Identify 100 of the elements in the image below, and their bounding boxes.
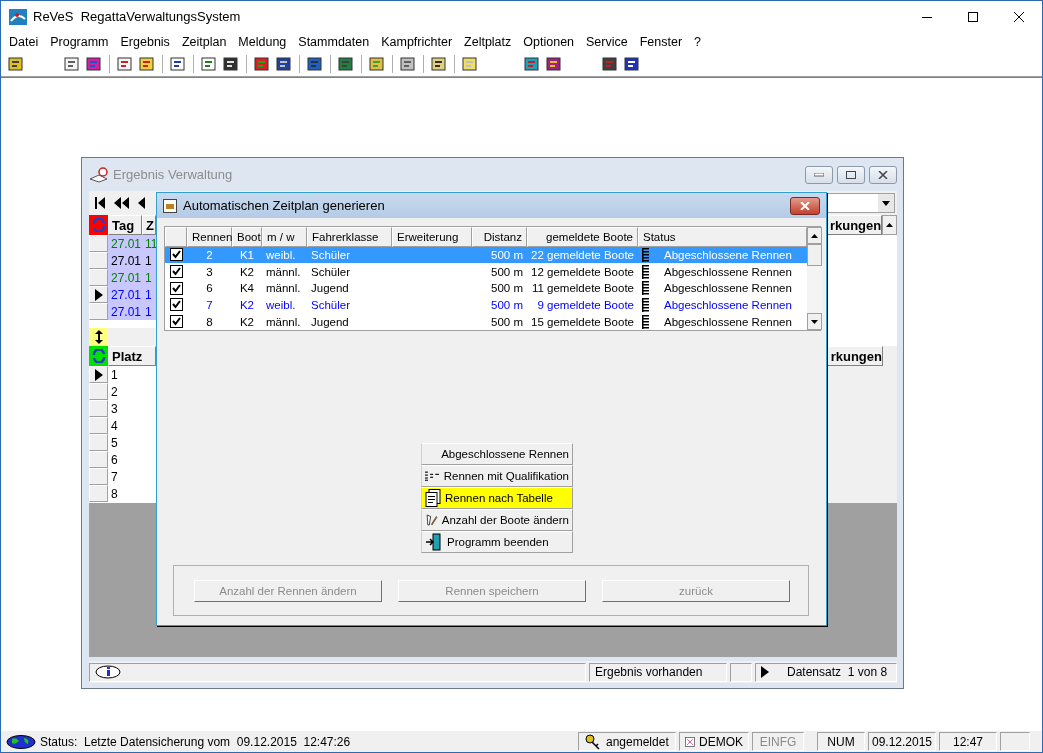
menu-item[interactable]: Programm bbox=[44, 35, 115, 49]
status-text: Ergebnis vorhanden bbox=[595, 665, 703, 679]
maximize-icon bbox=[968, 11, 978, 22]
checkbox[interactable] bbox=[169, 315, 183, 329]
close-icon bbox=[878, 170, 888, 179]
table-cell: Jugend bbox=[311, 282, 349, 295]
checkbox[interactable] bbox=[169, 248, 183, 262]
ladder-icon bbox=[642, 264, 650, 279]
maximize-button[interactable] bbox=[837, 165, 865, 184]
table-cell: 1 bbox=[142, 269, 156, 286]
table-cell: weibl. bbox=[266, 298, 296, 311]
menu-item[interactable]: Kampfrichter bbox=[375, 35, 459, 49]
table-cell: 12 gemeldete Boote bbox=[531, 265, 634, 278]
column-header: Distanz bbox=[472, 227, 527, 247]
column-header: Status bbox=[638, 227, 807, 247]
caret-icon bbox=[811, 233, 818, 238]
table-cell: Abgeschlossene Rennen bbox=[664, 265, 792, 278]
table-cell: 3 bbox=[206, 265, 213, 278]
dropdown-button[interactable] bbox=[878, 194, 894, 212]
table-cell: männl. bbox=[266, 315, 301, 328]
menu-item[interactable]: Meldung bbox=[232, 35, 293, 49]
menu-item[interactable]: Fenster bbox=[633, 35, 689, 49]
table-cell: 11 bbox=[142, 235, 156, 252]
status-pane bbox=[730, 662, 752, 682]
column-header: Tag bbox=[108, 215, 142, 235]
table-cell: Schüler bbox=[311, 298, 350, 311]
checkbox[interactable] bbox=[169, 298, 183, 312]
caret-icon bbox=[882, 200, 890, 206]
table-cell: 500 m bbox=[491, 282, 523, 295]
table-cell: Abgeschlossene Rennen bbox=[664, 315, 792, 328]
ladder-dashes-icon bbox=[425, 469, 440, 483]
dialog-title: Automatischen Zeitplan generieren bbox=[183, 198, 386, 213]
close-button[interactable] bbox=[790, 196, 820, 215]
table-cell: 15 gemeldete Boote bbox=[531, 315, 634, 328]
column-header: rkungen bbox=[826, 215, 883, 235]
status-pane bbox=[1000, 732, 1030, 751]
table-cell: 27.01 bbox=[108, 303, 142, 320]
menu-item[interactable]: Zeltplatz bbox=[458, 35, 518, 49]
table-cell: 500 m bbox=[491, 265, 523, 278]
table-cell: 1 bbox=[142, 286, 156, 303]
status-date: 09.12.2015 bbox=[868, 732, 936, 751]
menu-item[interactable]: Zeitplan bbox=[175, 35, 233, 49]
scroll-thumb[interactable] bbox=[807, 244, 822, 266]
column-header: Z bbox=[142, 215, 156, 235]
caret-icon bbox=[811, 319, 818, 324]
table-cell: Abgeschlossene Rennen bbox=[664, 298, 792, 311]
scroll-up-button[interactable] bbox=[807, 227, 822, 244]
table-cell: Abgeschlossene Rennen bbox=[664, 282, 792, 295]
maximize-icon bbox=[846, 170, 856, 179]
menu-item[interactable]: ? bbox=[688, 35, 708, 49]
table-cell: männl. bbox=[266, 282, 301, 295]
table-cell: K2 bbox=[239, 315, 255, 328]
column-header: Platz bbox=[108, 346, 156, 366]
ladder-icon bbox=[642, 314, 650, 329]
table-cell: 500 m bbox=[491, 315, 523, 328]
column-header: Fahrerklasse bbox=[307, 227, 392, 247]
scroll-down-button[interactable] bbox=[807, 313, 822, 330]
menu-item[interactable]: Service bbox=[580, 35, 634, 49]
menu-item[interactable]: Abgeschlossene Rennen bbox=[421, 443, 573, 465]
scroll-up-button[interactable] bbox=[882, 215, 897, 235]
checkbox[interactable] bbox=[169, 265, 183, 279]
table-cell: 11 gemeldete Boote bbox=[531, 282, 634, 295]
table-cell: 9 gemeldete Boote bbox=[537, 298, 634, 311]
table-cell: 1 bbox=[142, 252, 156, 269]
menu-item[interactable]: Ergebnis bbox=[114, 35, 176, 49]
table-cell: männl. bbox=[266, 265, 301, 278]
key-icon bbox=[584, 733, 602, 750]
table-cell: 7 bbox=[206, 298, 213, 311]
table-cell: K2 bbox=[239, 265, 255, 278]
table-cell: K2 bbox=[239, 298, 255, 311]
column-header: Erweiterung bbox=[392, 227, 472, 247]
table-cell: Jugend bbox=[311, 315, 349, 328]
table-cell: 27.01 bbox=[108, 269, 142, 286]
app-logo-icon bbox=[9, 8, 27, 25]
table-cell: 8 bbox=[206, 315, 213, 328]
fast-rewind-icon bbox=[113, 196, 129, 210]
insert-mode: EINFG bbox=[752, 732, 804, 751]
refresh-icon[interactable] bbox=[89, 346, 108, 366]
close-button[interactable] bbox=[869, 165, 897, 184]
menu-item[interactable]: Programm beenden bbox=[421, 531, 573, 553]
menu-item[interactable]: Stammdaten bbox=[292, 35, 376, 49]
table-cell: 27.01 bbox=[108, 286, 142, 303]
table-cell: 500 m bbox=[491, 298, 523, 311]
login-status: angemeldet bbox=[606, 734, 669, 749]
status-text: Status: Letzte Datensicherung vom 09.12.2015 12:47:26 bbox=[40, 734, 351, 749]
table-cell: weibl. bbox=[266, 248, 296, 261]
vertical-arrows-icon[interactable] bbox=[89, 328, 108, 346]
menu-item[interactable]: Optionen bbox=[517, 35, 581, 49]
table-cell: 27.01 bbox=[108, 252, 142, 269]
column-header: m / w bbox=[262, 227, 307, 247]
ladder-icon bbox=[642, 247, 650, 262]
menu-item[interactable]: Rennen nach Tabelle bbox=[421, 487, 573, 509]
menu-item[interactable]: Datei bbox=[3, 35, 45, 49]
checkbox[interactable] bbox=[169, 281, 183, 295]
menu-item[interactable]: Anzahl der Boote ändern bbox=[421, 509, 573, 531]
table-cell: 22 gemeldete Boote bbox=[531, 248, 634, 261]
menu-item[interactable]: Rennen mit Qualifikation bbox=[421, 465, 573, 487]
table-cell: 1 bbox=[142, 303, 156, 320]
caret-icon bbox=[886, 223, 894, 227]
pencil-figure-icon bbox=[425, 511, 438, 529]
